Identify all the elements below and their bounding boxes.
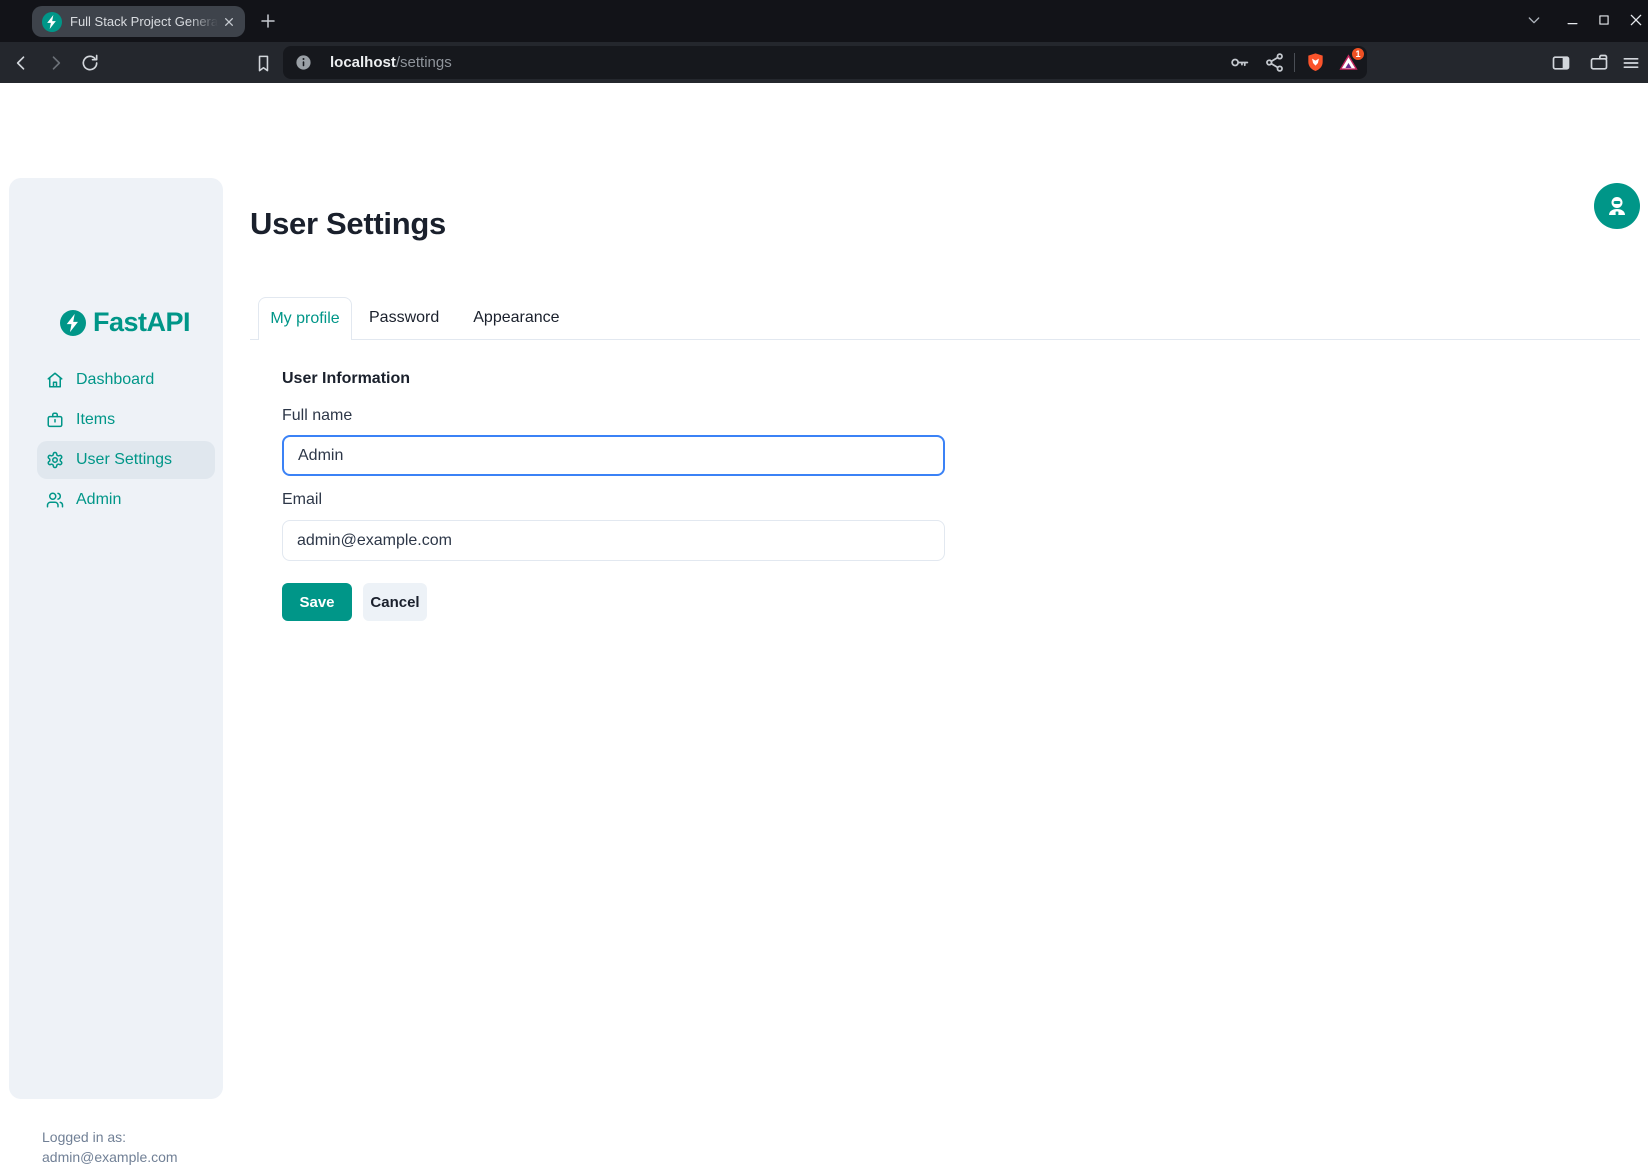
chevron-down-icon: [1526, 12, 1542, 28]
full-name-label: Full name: [282, 407, 352, 425]
sidebar-nav: Dashboard Items User Settings: [37, 361, 215, 519]
sidebar-item-items[interactable]: Items: [37, 401, 215, 439]
hamburger-menu-icon: [1621, 53, 1641, 73]
sidebar-item-dashboard[interactable]: Dashboard: [37, 361, 215, 399]
cancel-button[interactable]: Cancel: [363, 583, 427, 621]
fastapi-favicon-icon: [42, 12, 62, 32]
sidebar-item-user-settings[interactable]: User Settings: [37, 441, 215, 479]
wallet-icon: [1589, 53, 1609, 73]
sidebar-item-label: User Settings: [76, 451, 172, 469]
users-icon: [46, 491, 64, 509]
bookmark-icon: [254, 54, 273, 73]
logged-in-info: Logged in as: admin@example.com: [42, 1127, 178, 1167]
full-name-input[interactable]: [282, 435, 945, 476]
site-info-icon[interactable]: [295, 54, 312, 71]
form-actions: Save Cancel: [282, 583, 427, 621]
url-bar[interactable]: localhost/settings 1: [283, 46, 1367, 79]
brave-shield-icon[interactable]: [1305, 52, 1326, 73]
toolbar-divider: [1294, 53, 1295, 72]
window-close-button[interactable]: [1624, 8, 1648, 32]
reload-button[interactable]: [79, 52, 101, 74]
brave-rewards-button[interactable]: 1: [1337, 51, 1360, 74]
tab-password[interactable]: Password: [352, 297, 456, 339]
window-maximize-button[interactable]: [1592, 8, 1616, 32]
url-host: localhost: [330, 54, 396, 71]
close-icon: [1628, 12, 1644, 28]
browser-menu-button[interactable]: [1620, 52, 1642, 74]
sidebar-item-label: Dashboard: [76, 371, 154, 389]
reload-icon: [80, 53, 100, 73]
briefcase-icon: [46, 411, 64, 429]
tab-close-icon[interactable]: [221, 14, 237, 30]
brand-name: FastAPI: [93, 307, 190, 338]
sidebar: FastAPI Dashboard Items: [9, 178, 223, 1099]
save-button[interactable]: Save: [282, 583, 352, 621]
minimize-icon: [1565, 13, 1580, 28]
browser-tab-bar: Full Stack Project Genera: [0, 0, 1648, 42]
rewards-badge: 1: [1351, 47, 1365, 61]
section-title: User Information: [282, 370, 410, 388]
password-key-icon[interactable]: [1229, 52, 1250, 73]
back-button[interactable]: [10, 52, 32, 74]
forward-button[interactable]: [45, 52, 67, 74]
tab-title: Full Stack Project Genera: [70, 14, 221, 29]
url-path: /settings: [396, 54, 452, 71]
wallet-button[interactable]: [1588, 52, 1610, 74]
gear-icon: [46, 451, 64, 469]
logged-in-email: admin@example.com: [42, 1147, 178, 1167]
sidebar-toggle-button[interactable]: [1550, 52, 1572, 74]
email-label: Email: [282, 491, 322, 509]
sidebar-item-admin[interactable]: Admin: [37, 481, 215, 519]
chevron-right-icon: [46, 53, 66, 73]
new-tab-button[interactable]: [256, 9, 280, 33]
tab-my-profile[interactable]: My profile: [258, 297, 352, 340]
logged-in-label: Logged in as:: [42, 1127, 178, 1147]
user-menu-button[interactable]: [1594, 183, 1640, 229]
browser-toolbar: localhost/settings 1: [0, 42, 1648, 83]
page-content: FastAPI Dashboard Items: [0, 83, 1648, 1025]
fastapi-logo: FastAPI: [60, 307, 190, 338]
settings-tabs: My profile Password Appearance: [250, 297, 1640, 340]
split-view-icon: [1551, 53, 1571, 73]
maximize-icon: [1597, 13, 1611, 27]
tab-appearance[interactable]: Appearance: [456, 297, 576, 339]
tab-search-button[interactable]: [1522, 8, 1546, 32]
url-text[interactable]: localhost/settings: [330, 46, 452, 79]
share-icon[interactable]: [1264, 52, 1285, 73]
email-input[interactable]: [282, 520, 945, 561]
fastapi-bolt-icon: [60, 310, 86, 336]
window-minimize-button[interactable]: [1560, 8, 1584, 32]
sidebar-item-label: Admin: [76, 491, 121, 509]
bookmark-button[interactable]: [252, 52, 274, 74]
browser-tab[interactable]: Full Stack Project Genera: [32, 6, 245, 37]
chevron-left-icon: [11, 53, 31, 73]
home-icon: [46, 371, 64, 389]
page-title: User Settings: [250, 206, 446, 242]
plus-icon: [259, 12, 277, 30]
user-astronaut-icon: [1605, 194, 1629, 218]
sidebar-item-label: Items: [76, 411, 115, 429]
